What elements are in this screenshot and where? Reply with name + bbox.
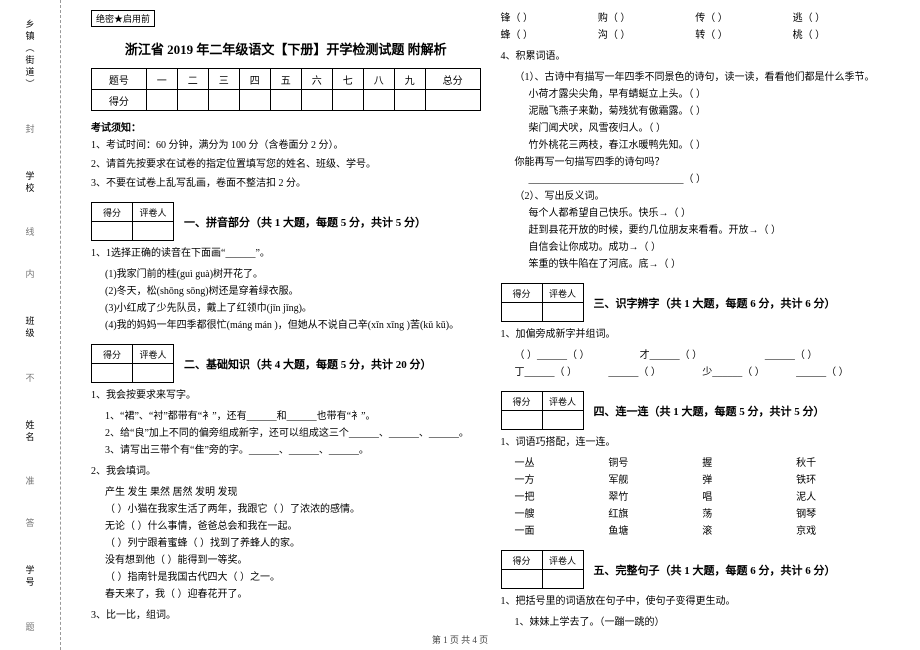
question-item: 你能再写一句描写四季的诗句吗？ [501,154,891,171]
notice-item: 1、考试时间：60 分钟，满分为 100 分（含卷面分 2 分）。 [91,138,481,154]
margin-dot: 线 [24,227,37,242]
question-item: （2）、写出反义词。 [501,188,891,205]
section-1-header: 得分评卷人 一、拼音部分（共 1 大题，每题 5 分，共计 5 分） [91,202,481,241]
section-2-q3: 3、比一比，组词。 [91,607,481,624]
mini-score-table: 得分评卷人 [501,391,584,430]
exam-title: 浙江省 2019 年二年级语文【下册】开学检测试题 附解析 [91,39,481,58]
section-1-question: 1、1选择正确的读音在下面画“______”。 [91,245,481,262]
margin-label-class: 班级 [24,316,37,340]
question-item: （ ）小猫在我家生活了两年，我跟它（ ）了浓浓的感情。 [91,501,481,518]
compare-row: 锋（ ） 购（ ） 传（ ） 逃（ ） [501,10,891,27]
table-row: 得分 [92,90,481,111]
left-column: 绝密★启用前 浙江省 2019 年二年级语文【下册】开学检测试题 附解析 题号 … [81,10,491,650]
section-2-q4: 4、积累词语。 [501,48,891,65]
poem-item: 竹外桃花三两枝，春江水暖鸭先知。（ ） [501,137,891,154]
notice-item: 2、请首先按要求在试卷的指定位置填写您的姓名、班级、学号。 [91,157,481,173]
right-column: 锋（ ） 购（ ） 传（ ） 逃（ ） 蜂（ ） 沟（ ） 转（ ） 桃（ ） … [491,10,901,650]
margin-dot: 内 [24,269,37,284]
radical-row: 丁______（ ） ______（ ） 少______（ ） ______（ … [501,364,891,381]
question-item: 没有想到他（ ）能得到一等奖。 [91,552,481,569]
margin-label-name: 姓名 [24,420,37,444]
page-footer: 第 1 页 共 4 页 [0,633,920,646]
section-2-title: 二、基础知识（共 4 大题，每题 5 分，共计 20 分） [184,356,432,372]
score-table: 题号 一 二 三 四 五 六 七 八 九 总分 得分 [91,68,481,111]
question-item: 3、请写出三带个有“隹”旁的字。______、______、______。 [91,442,481,459]
match-row: 一把翠竹唱泥人 [515,489,891,506]
mini-score-table: 得分评卷人 [501,550,584,589]
section-2-q2: 2、我会填词。 [91,463,481,480]
match-row: 一面鱼塘滚京戏 [515,523,891,540]
question-item: 1、妹妹上学去了。（一蹦一跳的） [501,614,891,631]
question-item: 2、给“良”加上不同的偏旁组成新字，还可以组成这三个______、______、… [91,425,481,442]
mini-score-table: 得分评卷人 [91,344,174,383]
section-5-header: 得分评卷人 五、完整句子（共 1 大题，每题 6 分，共计 6 分） [501,550,891,589]
section-4-header: 得分评卷人 四、连一连（共 1 大题，每题 5 分，共计 5 分） [501,391,891,430]
match-row: 一方军舰弹铁环 [515,472,891,489]
radical-row: （ ）______（ ） 才______（ ） ______（ ） [501,347,891,364]
binding-margin: 乡镇（街道） 封 学校 线 内 班级 不 姓名 准 答 学号 题 [0,0,61,650]
margin-dot: 封 [24,124,37,139]
question-item: 1、“裙”、“衬”都带有“衤”，还有______和______也带有“衤”。 [91,408,481,425]
antonym-item: 每个人都希望自己快乐。快乐→（ ） [501,205,891,222]
word-bank: 产生 发生 果然 居然 发明 发现 [91,484,481,501]
section-5-question: 1、把括号里的词语放在句子中，使句子变得更生动。 [501,593,891,610]
margin-label-school: 学校 [24,171,37,195]
question-item: (1)我家门前的桂(guì guà)树开花了。 [91,266,481,283]
question-item: （1）、古诗中有描写一年四季不同景色的诗句，读一读，看看他们都是什么季节。 [501,69,891,86]
exam-notices: 1、考试时间：60 分钟，满分为 100 分（含卷面分 2 分）。 2、请首先按… [91,138,481,192]
antonym-item: 笨重的铁牛陷在了河底。底→（ ） [501,256,891,273]
question-item: 春天来了，我（ ）迎春花开了。 [91,586,481,603]
antonym-item: 自信会让你成功。成功→（ ） [501,239,891,256]
section-4-title: 四、连一连（共 1 大题，每题 5 分，共计 5 分） [594,403,825,419]
blank-line: _______________________________（ ） [501,171,891,188]
secret-label: 绝密★启用前 [91,10,155,27]
match-row: 一艘红旗荡钢琴 [515,506,891,523]
question-item: （ ）指南针是我国古代四大（ ）之一。 [91,569,481,586]
section-2-q1: 1、我会按要求来写字。 [91,387,481,404]
notice-heading: 考试须知： [91,119,481,134]
poem-item: 柴门闻犬吠，风雪夜归人。（ ） [501,120,891,137]
section-2-header: 得分评卷人 二、基础知识（共 4 大题，每题 5 分，共计 20 分） [91,344,481,383]
margin-dot: 准 [24,476,37,491]
section-3-title: 三、识字辨字（共 1 大题，每题 6 分，共计 6 分） [594,295,836,311]
margin-label-township: 乡镇（街道） [24,19,37,91]
question-item: 无论（ ）什么事情，爸爸总会和我在一起。 [91,518,481,535]
section-5-title: 五、完整句子（共 1 大题，每题 6 分，共计 6 分） [594,562,836,578]
section-1-title: 一、拼音部分（共 1 大题，每题 5 分，共计 5 分） [184,214,426,230]
question-item: （ ）列宁跟着蜜蜂（ ）找到了养蜂人的家。 [91,535,481,552]
poem-item: 泥融飞燕子来勤，菊残犹有傲霜露。（ ） [501,103,891,120]
mini-score-table: 得分评卷人 [91,202,174,241]
mini-score-table: 得分评卷人 [501,283,584,322]
margin-dot: 不 [24,373,37,388]
section-3-question: 1、加偏旁成新字并组词。 [501,326,891,343]
margin-dot: 答 [24,518,37,533]
table-row: 题号 一 二 三 四 五 六 七 八 九 总分 [92,69,481,90]
compare-row: 蜂（ ） 沟（ ） 转（ ） 桃（ ） [501,27,891,44]
question-item: (2)冬天，松(shōng sōng)树还是穿着绿衣服。 [91,283,481,300]
notice-item: 3、不要在试卷上乱写乱画，卷面不整洁扣 2 分。 [91,176,481,192]
section-4-question: 1、词语巧搭配，连一连。 [501,434,891,451]
margin-label-id: 学号 [24,565,37,589]
poem-item: 小荷才露尖尖角，早有蜻蜓立上头。（ ） [501,86,891,103]
section-3-header: 得分评卷人 三、识字辨字（共 1 大题，每题 6 分，共计 6 分） [501,283,891,322]
content-area: 绝密★启用前 浙江省 2019 年二年级语文【下册】开学检测试题 附解析 题号 … [61,0,920,650]
antonym-item: 赶到县花开放的时候，要约几位朋友来看看。开放→（ ） [501,222,891,239]
question-item: (3)小红成了少先队员，戴上了红领巾(jīn jǐng)。 [91,300,481,317]
match-row: 一丛铜号握秋千 [515,455,891,472]
question-item: (4)我的妈妈一年四季都很忙(máng mán )，但她从不说自己辛(xīn x… [91,317,481,334]
